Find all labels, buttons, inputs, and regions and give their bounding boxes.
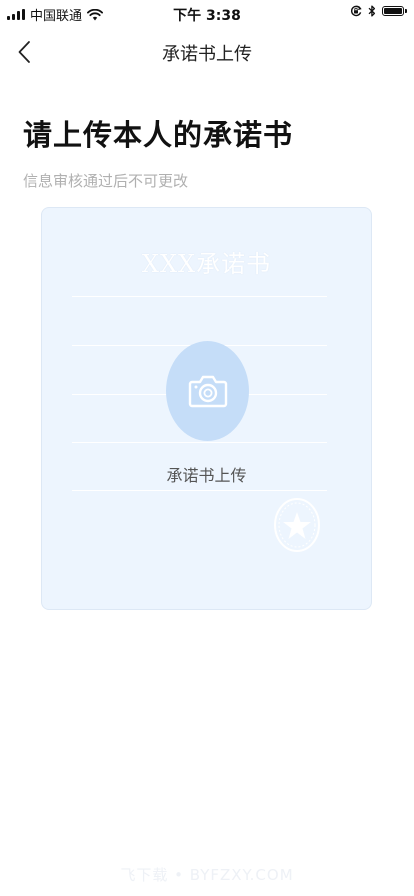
camera-button[interactable] — [166, 341, 249, 441]
document-line — [72, 296, 327, 297]
document-line — [72, 442, 327, 443]
battery-level — [384, 8, 402, 14]
nav-bar: 承诺书上传 — [0, 26, 414, 78]
document-line — [72, 490, 327, 491]
official-seal-icon — [274, 498, 320, 552]
orientation-lock-icon — [350, 5, 362, 17]
commitment-letter-upload-area[interactable]: XXX承诺书 承诺书上传 — [41, 207, 372, 610]
bluetooth-icon — [368, 5, 376, 17]
page-subtitle: 信息审核通过后不可更改 — [23, 172, 189, 190]
watermark: 飞下载 • BYFZXY.COM — [120, 866, 294, 884]
battery-icon — [382, 6, 407, 16]
page-heading: 请上传本人的承诺书 — [23, 118, 294, 152]
nav-title: 承诺书上传 — [162, 44, 252, 65]
upload-label: 承诺书上传 — [166, 466, 247, 485]
document-title: XXX承诺书 — [141, 250, 272, 278]
status-bar: 中国联通 下午 3:38 — [0, 0, 414, 26]
camera-icon — [188, 375, 227, 408]
status-right — [350, 5, 407, 17]
